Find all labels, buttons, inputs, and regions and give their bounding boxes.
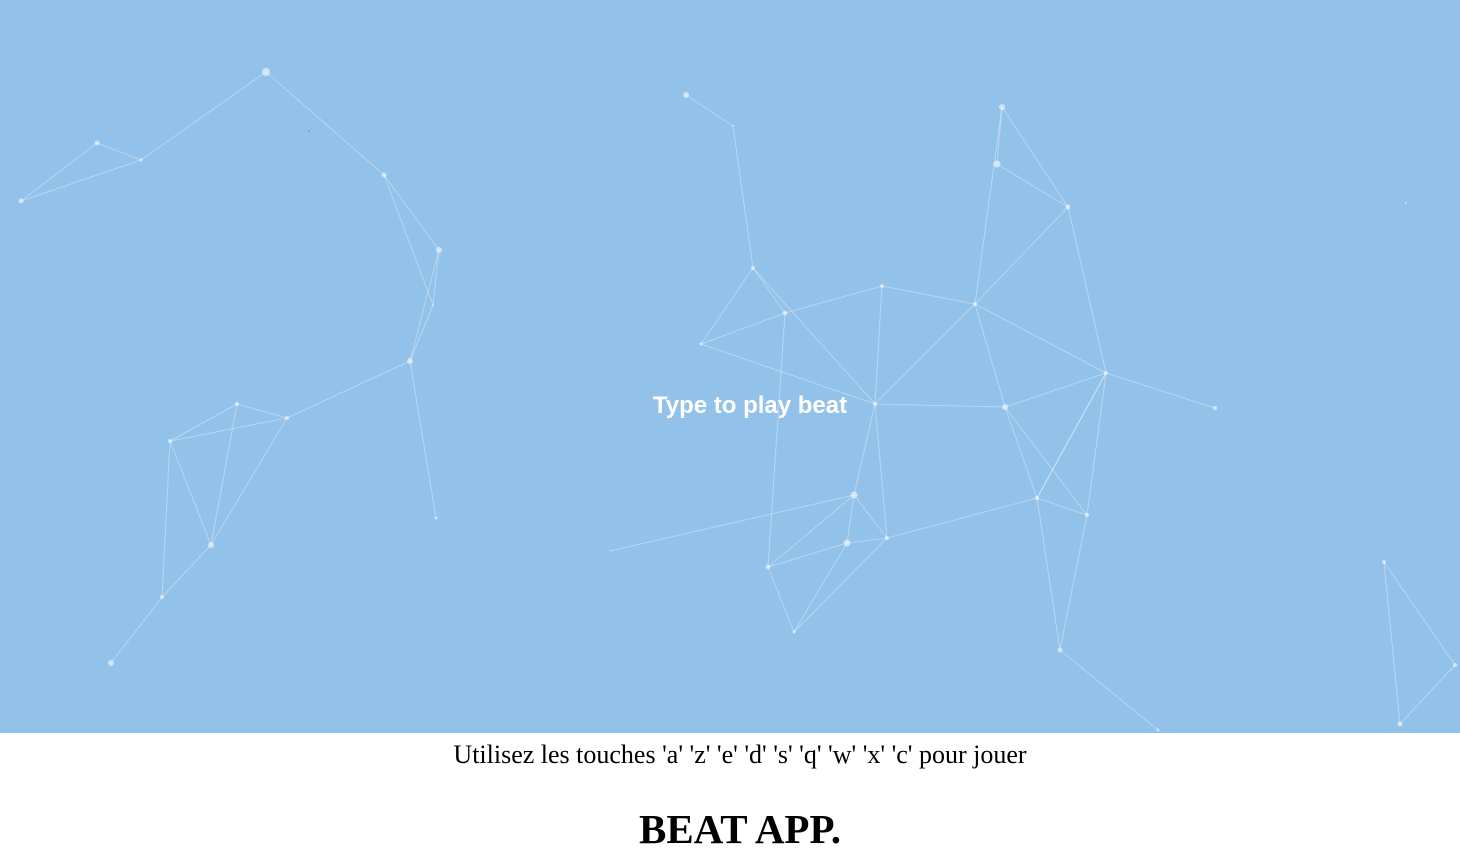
particle-link <box>793 537 888 633</box>
particle-link <box>1004 406 1088 516</box>
particle-node <box>885 536 889 540</box>
particle-node <box>609 550 611 552</box>
particle-node <box>699 342 703 346</box>
particle-link <box>767 494 855 568</box>
particle-node <box>782 310 788 316</box>
particle-link <box>685 94 734 127</box>
particle-link <box>974 303 1107 374</box>
particle-link <box>767 566 795 633</box>
particle-node <box>108 660 114 666</box>
particle-link <box>383 174 434 306</box>
particle-node <box>381 172 387 178</box>
particle-link <box>874 303 976 405</box>
particle-node <box>18 198 24 204</box>
particle-node <box>880 284 884 288</box>
particle-link <box>1383 561 1401 725</box>
particle-link <box>1399 664 1456 725</box>
play-prompt: Type to play beat <box>652 392 848 419</box>
app-title: BEAT APP. <box>638 806 842 852</box>
particle-node <box>1382 560 1386 564</box>
particle-link <box>161 544 212 598</box>
particle-link <box>767 312 786 568</box>
particle-link <box>265 71 385 176</box>
particle-link <box>409 360 437 519</box>
particle-link <box>974 106 1003 305</box>
particle-link <box>432 249 440 306</box>
particle-link <box>853 494 888 539</box>
particle-link <box>974 206 1069 305</box>
particle-link <box>874 285 883 405</box>
particle-link <box>1067 206 1107 374</box>
particle-link <box>1383 561 1456 666</box>
particle-node <box>432 304 434 306</box>
particle-link <box>110 596 163 664</box>
particle-link <box>1036 497 1088 516</box>
particle-link <box>96 142 142 161</box>
particle-node <box>308 130 310 132</box>
particle-link <box>846 494 855 544</box>
particle-link <box>20 159 142 202</box>
particle-node <box>139 158 143 162</box>
particle-link <box>20 142 98 202</box>
particle-link <box>874 403 888 539</box>
particle-node <box>973 302 977 306</box>
key-instructions: Utilisez les touches 'a' 'z' 'e' 'd' 's'… <box>453 740 1027 769</box>
particle-link <box>996 163 1069 208</box>
particle-node <box>751 266 755 270</box>
particle-node <box>436 247 442 253</box>
particle-node <box>683 92 689 98</box>
particle-link <box>881 285 976 305</box>
particle-link <box>700 267 754 345</box>
particle-link <box>169 417 288 442</box>
particle-link <box>409 249 440 362</box>
particle-node <box>1035 496 1039 500</box>
particle-link <box>609 494 855 552</box>
particle-node <box>94 140 100 146</box>
particle-link <box>1036 497 1061 651</box>
particle-link <box>140 71 267 161</box>
particle-link <box>1001 106 1069 208</box>
particle-node <box>407 358 413 364</box>
particle-link <box>752 267 876 405</box>
particle-link <box>752 267 786 314</box>
particle-link <box>886 497 1038 539</box>
particle-node <box>262 68 270 76</box>
particle-link <box>732 125 754 269</box>
particle-node <box>1057 647 1063 653</box>
particle-link <box>409 304 434 362</box>
particle-network <box>18 68 1457 732</box>
particle-node <box>1104 371 1108 375</box>
particle-link <box>383 174 440 251</box>
particle-node <box>1085 513 1089 517</box>
particle-node <box>1405 202 1407 204</box>
particle-node <box>999 104 1005 110</box>
particle-link <box>169 440 212 546</box>
particle-node <box>1453 663 1457 667</box>
particle-node <box>765 564 771 570</box>
beat-play-area[interactable]: Type to play beat <box>0 0 1460 733</box>
particle-link <box>784 285 883 314</box>
particle-link <box>846 537 888 544</box>
particle-link <box>1059 649 1159 731</box>
particle-node <box>850 491 858 499</box>
particle-node <box>1397 721 1403 727</box>
particle-node <box>843 539 851 547</box>
particle-node <box>168 439 172 443</box>
particle-node <box>1156 728 1160 732</box>
particle-node <box>1065 204 1071 210</box>
particle-node <box>792 630 796 634</box>
particle-node <box>993 160 1001 168</box>
particle-node <box>732 125 734 127</box>
particle-node <box>434 516 438 520</box>
particle-link <box>700 312 786 345</box>
particle-link <box>1059 514 1088 651</box>
particle-node <box>160 595 164 599</box>
particle-node <box>208 542 214 548</box>
particle-link <box>161 440 171 598</box>
